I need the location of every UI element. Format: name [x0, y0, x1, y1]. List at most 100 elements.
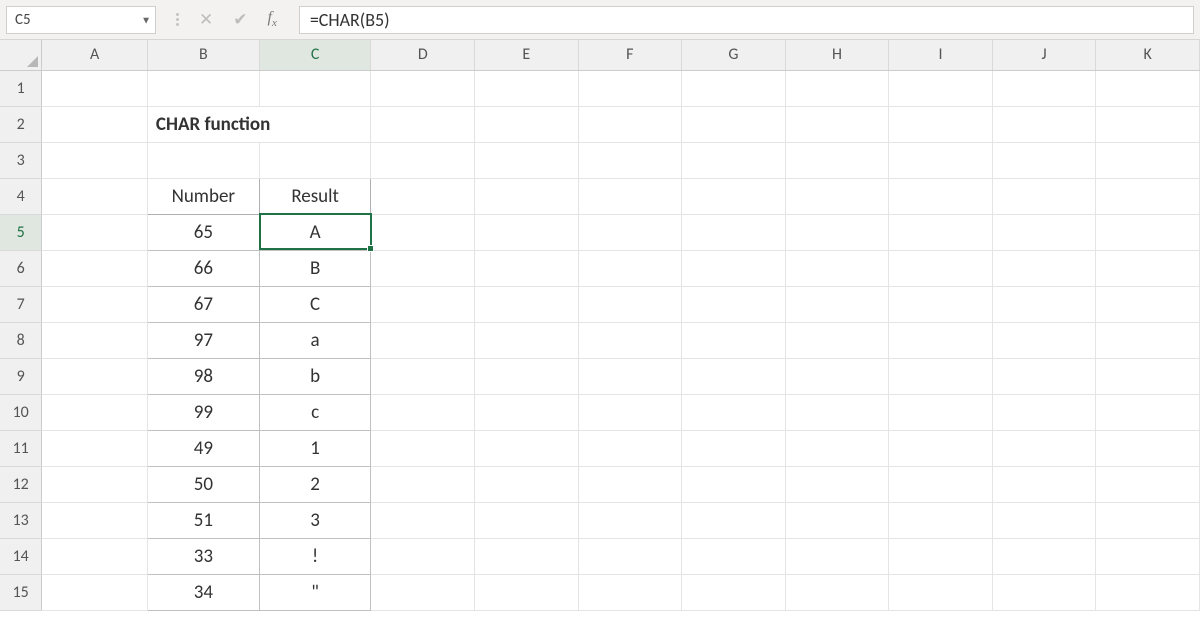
cell-C11[interactable]: 1	[259, 430, 371, 466]
cell-J11[interactable]	[992, 430, 1096, 466]
cell-F11[interactable]	[578, 430, 682, 466]
cell-A13[interactable]	[42, 502, 148, 538]
cell-K4[interactable]	[1096, 178, 1200, 214]
column-header-J[interactable]: J	[992, 40, 1096, 70]
cell-E15[interactable]	[475, 574, 579, 610]
cell-G5[interactable]	[682, 214, 786, 250]
cell-C6[interactable]: B	[259, 250, 371, 286]
column-header-A[interactable]: A	[42, 40, 148, 70]
cell-F6[interactable]	[578, 250, 682, 286]
cell-B3[interactable]	[147, 142, 259, 178]
fx-icon[interactable]: fx	[268, 9, 277, 29]
cell-E8[interactable]	[475, 322, 579, 358]
row-header-2[interactable]: 2	[0, 106, 42, 142]
cell-J7[interactable]	[992, 286, 1096, 322]
cell-C9[interactable]: b	[259, 358, 371, 394]
cell-D14[interactable]	[371, 538, 475, 574]
cell-H6[interactable]	[785, 250, 889, 286]
cell-F14[interactable]	[578, 538, 682, 574]
cell-A3[interactable]	[42, 142, 148, 178]
cell-A15[interactable]	[42, 574, 148, 610]
cell-A8[interactable]	[42, 322, 148, 358]
cell-B6[interactable]: 66	[147, 250, 259, 286]
cell-C13[interactable]: 3	[259, 502, 371, 538]
cell-F13[interactable]	[578, 502, 682, 538]
cell-D10[interactable]	[371, 394, 475, 430]
cell-J5[interactable]	[992, 214, 1096, 250]
select-all-corner[interactable]	[0, 40, 42, 70]
cell-H8[interactable]	[785, 322, 889, 358]
name-box[interactable]: C5 ▼	[6, 6, 156, 34]
cell-J15[interactable]	[992, 574, 1096, 610]
cell-C15[interactable]: "	[259, 574, 371, 610]
cell-D5[interactable]	[371, 214, 475, 250]
cell-G1[interactable]	[682, 70, 786, 106]
cell-J2[interactable]	[992, 106, 1096, 142]
cell-B2[interactable]: CHAR function	[147, 106, 371, 142]
cell-B9[interactable]: 98	[147, 358, 259, 394]
cell-F1[interactable]	[578, 70, 682, 106]
row-header-3[interactable]: 3	[0, 142, 42, 178]
cell-A7[interactable]	[42, 286, 148, 322]
cell-E6[interactable]	[475, 250, 579, 286]
cell-I5[interactable]	[889, 214, 993, 250]
cell-D3[interactable]	[371, 142, 475, 178]
column-header-I[interactable]: I	[889, 40, 993, 70]
cell-J4[interactable]	[992, 178, 1096, 214]
cell-C1[interactable]	[259, 70, 371, 106]
cell-B12[interactable]: 50	[147, 466, 259, 502]
cancel-icon[interactable]: ✕	[199, 9, 213, 30]
cell-K5[interactable]	[1096, 214, 1200, 250]
cell-C4[interactable]: Result	[259, 178, 371, 214]
cell-I1[interactable]	[889, 70, 993, 106]
cell-B4[interactable]: Number	[147, 178, 259, 214]
cell-H15[interactable]	[785, 574, 889, 610]
cell-K11[interactable]	[1096, 430, 1200, 466]
column-header-H[interactable]: H	[785, 40, 889, 70]
cell-F12[interactable]	[578, 466, 682, 502]
cell-E10[interactable]	[475, 394, 579, 430]
cell-B8[interactable]: 97	[147, 322, 259, 358]
cell-I10[interactable]	[889, 394, 993, 430]
cell-K10[interactable]	[1096, 394, 1200, 430]
cell-E11[interactable]	[475, 430, 579, 466]
cell-H10[interactable]	[785, 394, 889, 430]
cell-K15[interactable]	[1096, 574, 1200, 610]
cell-H9[interactable]	[785, 358, 889, 394]
cell-E4[interactable]	[475, 178, 579, 214]
cell-K2[interactable]	[1096, 106, 1200, 142]
cell-A1[interactable]	[42, 70, 148, 106]
row-header-11[interactable]: 11	[0, 430, 42, 466]
cell-A9[interactable]	[42, 358, 148, 394]
cell-E3[interactable]	[475, 142, 579, 178]
cell-F10[interactable]	[578, 394, 682, 430]
cell-E9[interactable]	[475, 358, 579, 394]
cell-K1[interactable]	[1096, 70, 1200, 106]
cell-D7[interactable]	[371, 286, 475, 322]
cell-A2[interactable]	[42, 106, 148, 142]
cell-J9[interactable]	[992, 358, 1096, 394]
cell-C3[interactable]	[259, 142, 371, 178]
dropdown-icon[interactable]: ▼	[141, 14, 151, 27]
cell-D1[interactable]	[371, 70, 475, 106]
cell-D15[interactable]	[371, 574, 475, 610]
cell-I15[interactable]	[889, 574, 993, 610]
cell-G9[interactable]	[682, 358, 786, 394]
cell-C7[interactable]: C	[259, 286, 371, 322]
cell-E5[interactable]	[475, 214, 579, 250]
cell-G15[interactable]	[682, 574, 786, 610]
cell-G13[interactable]	[682, 502, 786, 538]
cell-C14[interactable]: !	[259, 538, 371, 574]
cell-H4[interactable]	[785, 178, 889, 214]
cell-A6[interactable]	[42, 250, 148, 286]
row-header-15[interactable]: 15	[0, 574, 42, 610]
cell-C12[interactable]: 2	[259, 466, 371, 502]
cell-B1[interactable]	[147, 70, 259, 106]
column-header-F[interactable]: F	[578, 40, 682, 70]
cell-I11[interactable]	[889, 430, 993, 466]
cell-K9[interactable]	[1096, 358, 1200, 394]
cell-E2[interactable]	[475, 106, 579, 142]
row-header-9[interactable]: 9	[0, 358, 42, 394]
row-header-1[interactable]: 1	[0, 70, 42, 106]
cell-B15[interactable]: 34	[147, 574, 259, 610]
